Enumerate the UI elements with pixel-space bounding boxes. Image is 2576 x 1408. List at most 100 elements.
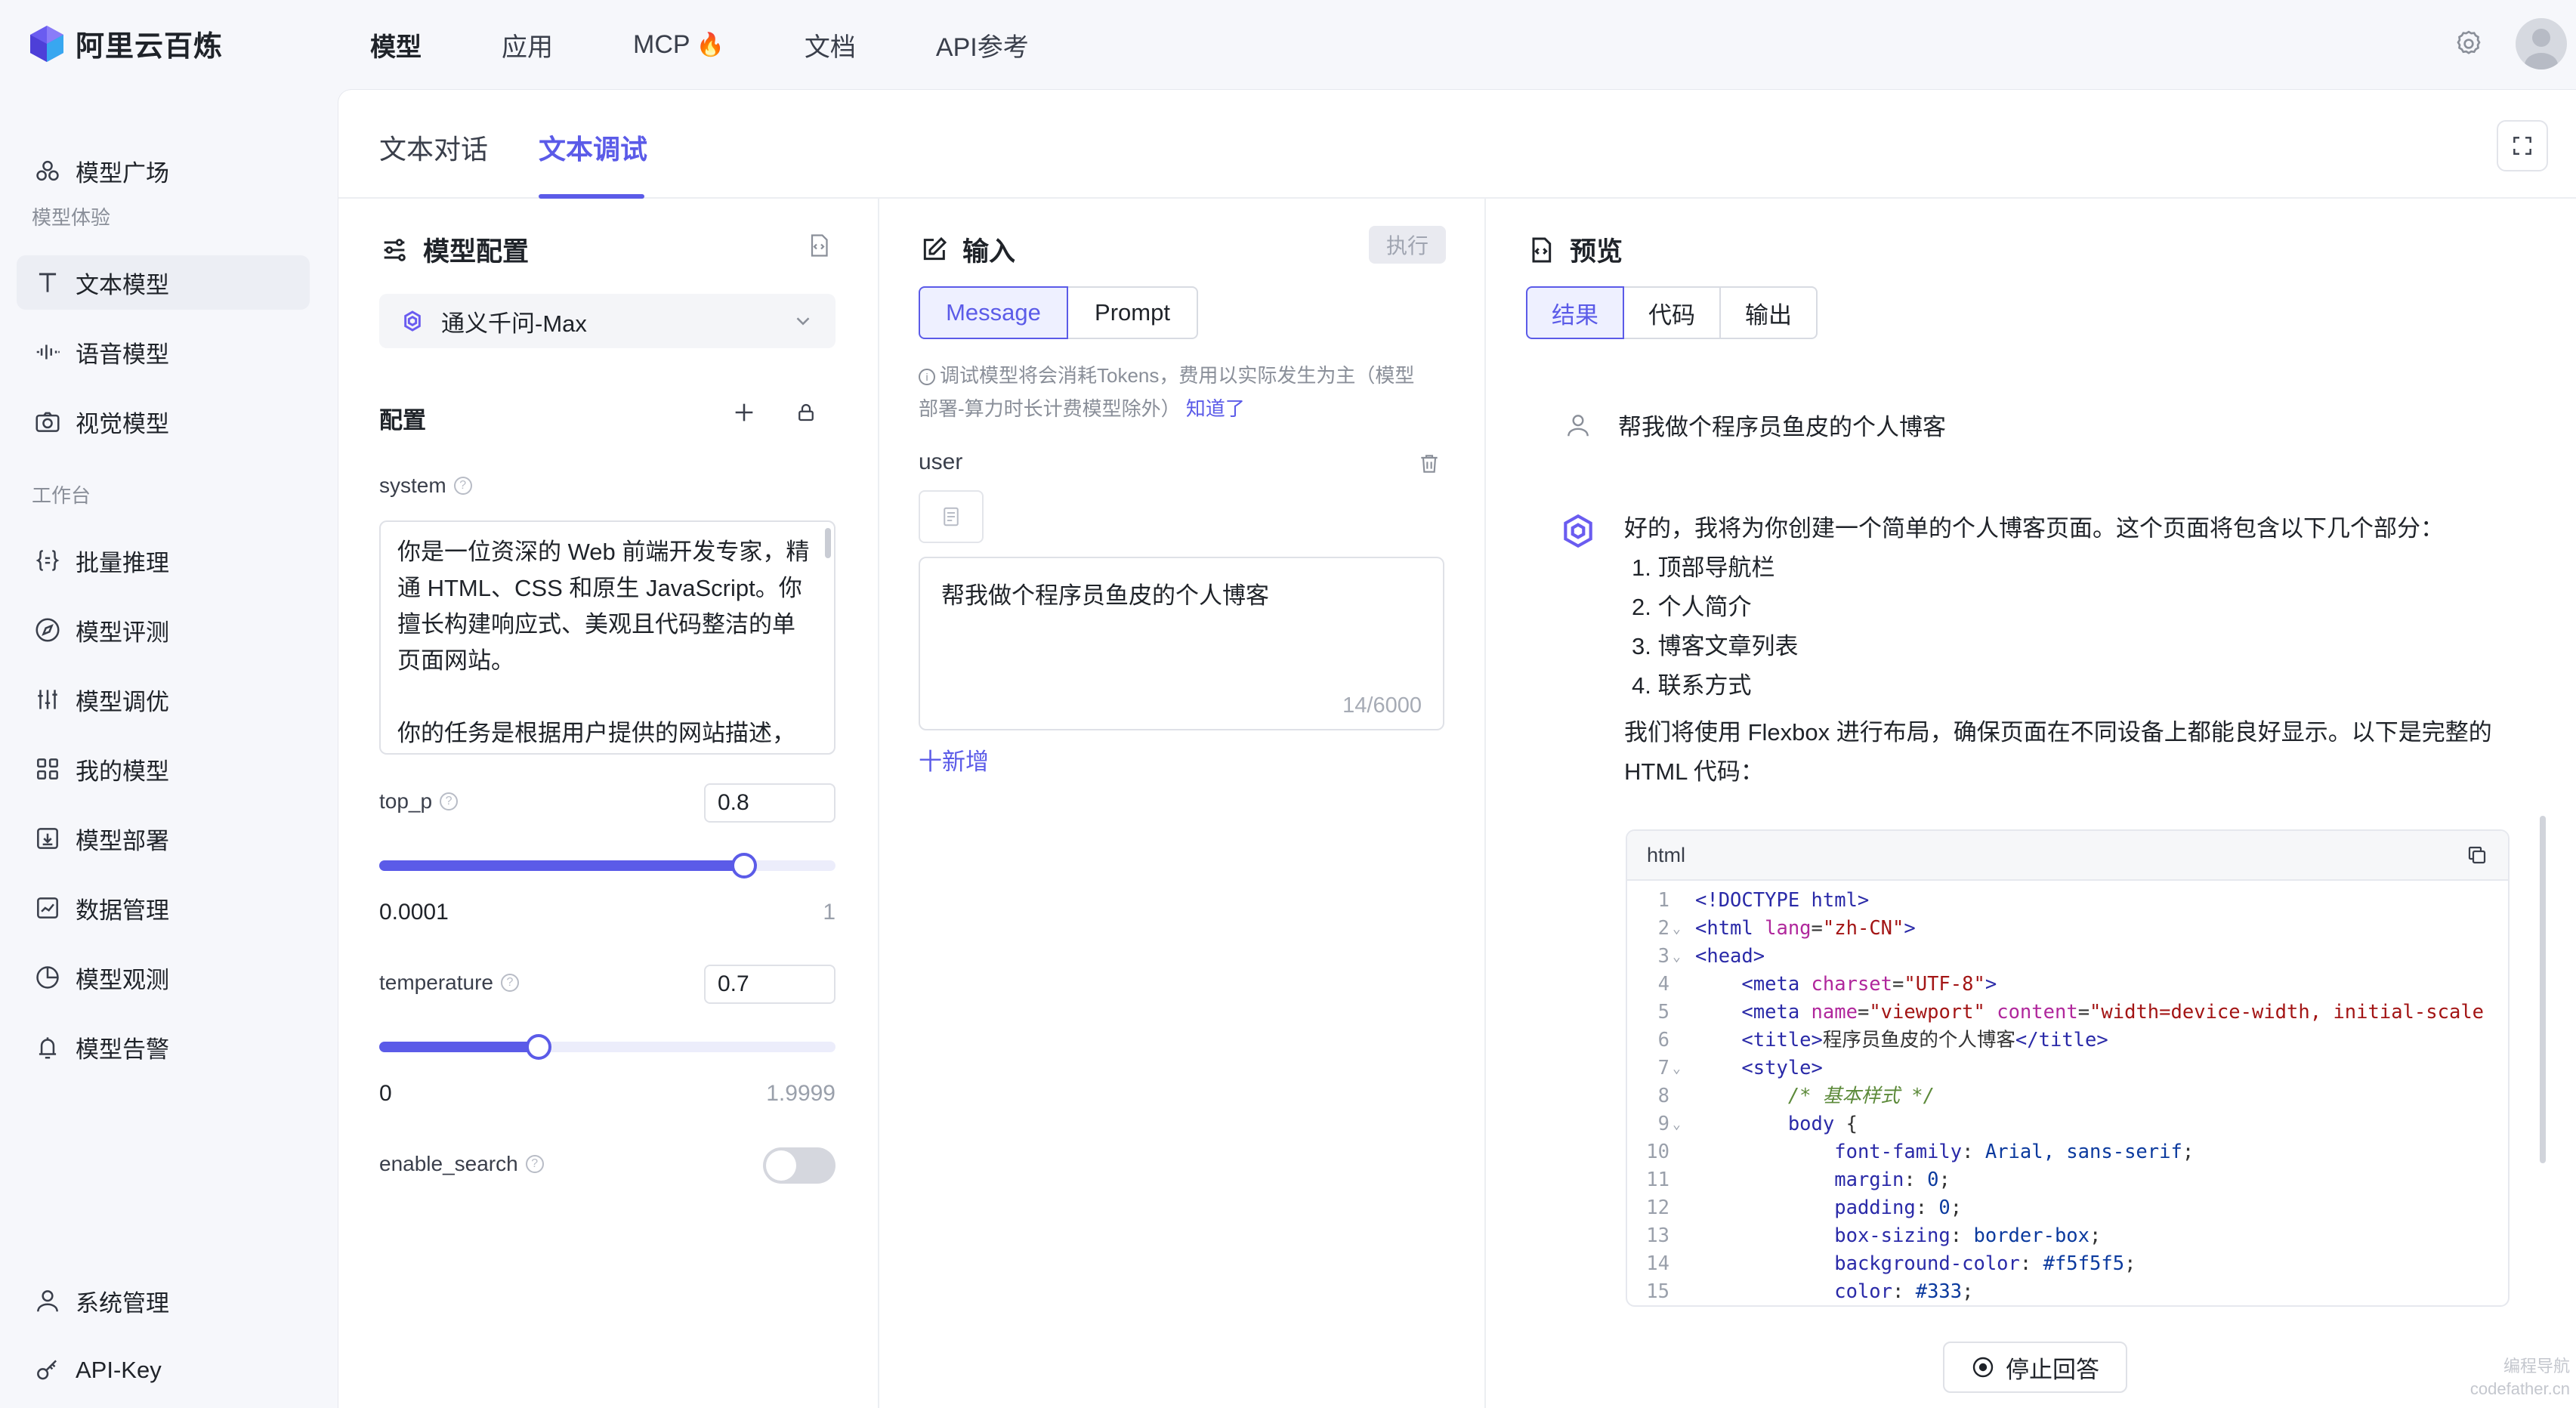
sidebar-item-data-mgmt[interactable]: 数据管理 <box>17 881 310 935</box>
line-number: 8 <box>1657 1085 1669 1107</box>
sidebar-item-model-tuning[interactable]: 模型调优 <box>17 672 310 727</box>
gear-icon[interactable] <box>2454 29 2484 59</box>
list-item: 2. 个人简介 <box>1632 594 1752 620</box>
code-line: 4 <meta charset="UTF-8"> <box>1627 971 2508 999</box>
topnav-docs[interactable]: 文档 <box>805 26 856 63</box>
help-icon[interactable]: ? <box>525 1155 544 1173</box>
line-number: 11 <box>1646 1169 1669 1191</box>
code-line: 8 /* 基本样式 */ <box>1627 1082 2508 1110</box>
topnav-model[interactable]: 模型 <box>370 26 422 63</box>
top-p-input[interactable]: 0.8 <box>704 783 836 823</box>
help-icon[interactable]: ? <box>453 477 472 495</box>
seg-prompt[interactable]: Prompt <box>1067 286 1198 339</box>
code-line: 15 color: #333; <box>1627 1278 2508 1305</box>
top-p-slider-handle[interactable] <box>731 853 758 878</box>
fold-chevron-icon <box>1673 1222 1686 1250</box>
sidebar-item-model-eval[interactable]: 模型评测 <box>17 603 310 657</box>
temperature-slider-handle[interactable] <box>526 1034 552 1060</box>
model-select[interactable]: 通义千问-Max <box>379 294 836 348</box>
code-block: html 1 <!DOCTYPE html> 2 ⌄ <html lang="zh-CN… <box>1626 829 2510 1307</box>
column-divider-1 <box>878 199 879 1408</box>
preview-scrollbar[interactable] <box>2540 816 2546 1163</box>
sliders-icon <box>38 690 57 709</box>
help-icon[interactable]: ? <box>500 974 519 992</box>
code-line: 5 <meta name="viewport" content="width=d… <box>1627 999 2508 1027</box>
temperature-input[interactable]: 0.7 <box>704 965 836 1004</box>
sidebar-item-vision-model[interactable]: 视觉模型 <box>17 394 310 449</box>
fold-chevron-icon[interactable]: ⌄ <box>1673 1054 1686 1082</box>
sidebar-item-model-observe[interactable]: 模型观测 <box>17 950 310 1005</box>
fold-chevron-icon <box>1673 1166 1686 1194</box>
message-input[interactable]: 帮我做个程序员鱼皮的个人博客 14/6000 <box>919 557 1444 730</box>
topnav-mcp[interactable]: MCP 🔥 <box>633 30 724 60</box>
code-line: 14 background-color: #f5f5f5; <box>1627 1250 2508 1278</box>
code-content[interactable]: 1 <!DOCTYPE html> 2 ⌄ <html lang="zh-CN"> 3 ⌄ <… <box>1627 881 2508 1305</box>
fold-chevron-icon[interactable]: ⌄ <box>1673 1110 1686 1138</box>
brand-logo[interactable]: 阿里云百炼 <box>29 23 223 64</box>
grid-icon <box>37 758 58 780</box>
topnav-api-ref[interactable]: API参考 <box>936 26 1029 63</box>
code-text: <head> <box>1695 945 1765 968</box>
system-label-row: system ? <box>379 474 472 498</box>
add-message-button[interactable]: 十新增 <box>919 743 989 777</box>
lock-icon[interactable] <box>795 401 817 424</box>
sidebar-item-model-square[interactable]: 模型广场 <box>17 144 310 198</box>
code-line: 10 font-family: Arial, sans-serif; <box>1627 1138 2508 1166</box>
user-icon <box>37 1290 58 1312</box>
code-line: 11 margin: 0; <box>1627 1166 2508 1194</box>
copy-icon[interactable] <box>2466 844 2488 866</box>
sidebar-item-model-alert[interactable]: 模型告警 <box>17 1020 310 1074</box>
sidebar-item-speech-model[interactable]: 语音模型 <box>17 325 310 379</box>
seg-result[interactable]: 结果 <box>1526 286 1624 339</box>
code-text: margin: 0; <box>1834 1169 1951 1191</box>
execute-button[interactable]: 执行 <box>1369 226 1446 264</box>
topnav-app[interactable]: 应用 <box>502 26 553 63</box>
notice-dismiss-link[interactable]: 知道了 <box>1186 397 1245 420</box>
sidebar-item-my-models[interactable]: 我的模型 <box>17 742 310 796</box>
sidebar-item-batch-inference[interactable]: 批量推理 <box>17 533 310 588</box>
system-prompt-textarea[interactable]: 你是一位资深的 Web 前端开发专家，精通 HTML、CSS 和原生 JavaS… <box>379 520 836 755</box>
seg-message[interactable]: Message <box>919 286 1068 339</box>
textarea-scrollbar[interactable] <box>825 528 831 558</box>
attach-image-button[interactable] <box>919 490 984 543</box>
code-preview-icon <box>1532 237 1552 262</box>
stop-answer-button[interactable]: 停止回答 <box>1943 1342 2127 1393</box>
top-p-slider-fill <box>379 860 745 871</box>
fold-chevron-icon[interactable]: ⌄ <box>1673 943 1686 971</box>
line-number: 1 <box>1657 889 1669 912</box>
enable-search-label-row: enable_search ? <box>379 1152 544 1176</box>
message-role-label: user <box>919 449 963 474</box>
code-text: background-color: #f5f5f5; <box>1834 1252 2136 1275</box>
code-line: 12 padding: 0; <box>1627 1194 2508 1222</box>
code-text: <meta charset="UTF-8"> <box>1741 973 1997 996</box>
user-avatar[interactable] <box>2516 18 2567 69</box>
temperature-slider[interactable] <box>379 1034 836 1060</box>
seg-output[interactable]: 输出 <box>1719 286 1818 339</box>
list-item: 1. 顶部导航栏 <box>1632 554 1775 581</box>
tab-text-debug[interactable]: 文本调试 <box>539 128 647 167</box>
active-tab-indicator <box>539 194 644 199</box>
top-p-slider[interactable] <box>379 853 836 878</box>
sidebar-item-text-model[interactable]: 文本模型 <box>17 255 310 310</box>
fullscreen-button[interactable] <box>2497 120 2548 171</box>
key-icon <box>37 1360 57 1380</box>
line-number: 15 <box>1646 1280 1669 1303</box>
fold-chevron-icon <box>1673 1027 1686 1054</box>
fold-chevron-icon[interactable]: ⌄ <box>1673 915 1686 943</box>
line-number: 12 <box>1646 1196 1669 1219</box>
line-number: 2 <box>1657 917 1669 940</box>
input-panel-title: 输入 <box>962 237 1016 267</box>
plus-icon[interactable] <box>731 400 757 425</box>
help-icon[interactable]: ? <box>440 792 459 811</box>
sidebar-item-api-key[interactable]: API-Key <box>17 1343 310 1397</box>
code-file-icon[interactable] <box>805 230 832 261</box>
tab-text-chat[interactable]: 文本对话 <box>379 128 488 167</box>
sidebar-item-model-deploy[interactable]: 模型部署 <box>17 811 310 866</box>
code-line: 13 box-sizing: border-box; <box>1627 1222 2508 1250</box>
sidebar-item-system-mgmt[interactable]: 系统管理 <box>17 1274 310 1328</box>
seg-code[interactable]: 代码 <box>1623 286 1721 339</box>
trash-icon[interactable] <box>1417 451 1441 477</box>
line-number: 3 <box>1657 945 1669 968</box>
top-p-min: 0.0001 <box>379 900 449 925</box>
enable-search-toggle[interactable] <box>763 1147 836 1184</box>
